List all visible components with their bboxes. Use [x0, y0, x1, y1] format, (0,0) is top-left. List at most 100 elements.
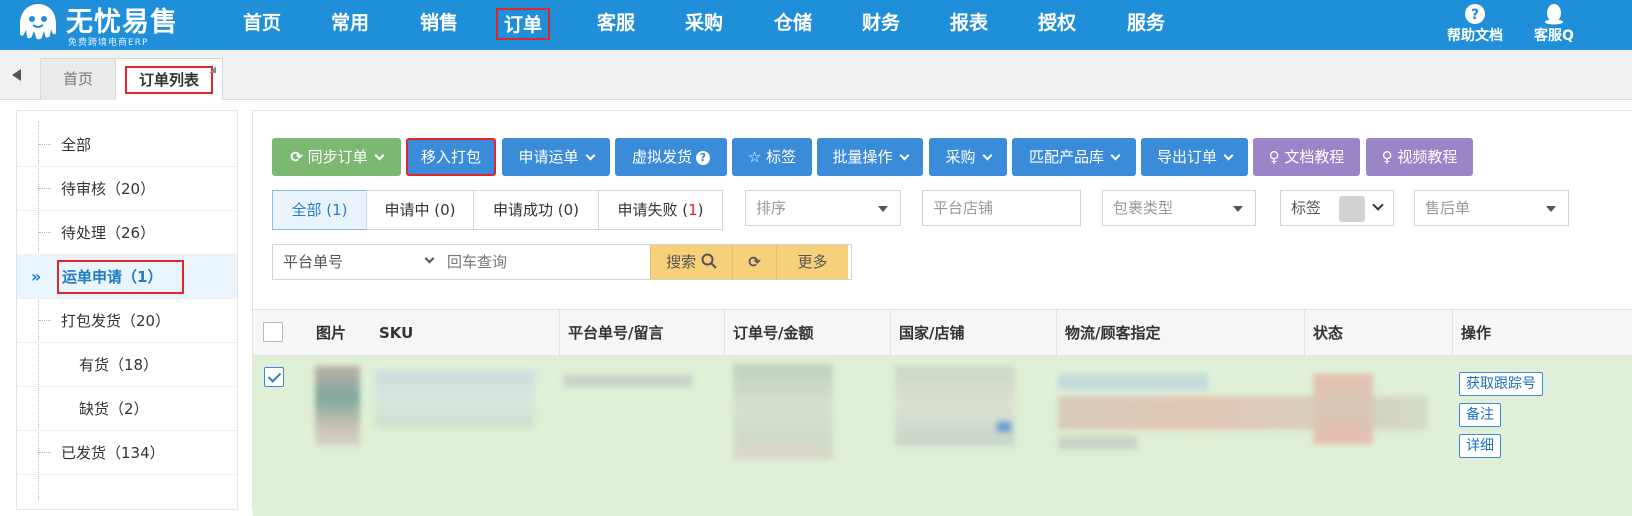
- match-product-library-button[interactable]: 匹配产品库: [1012, 138, 1136, 176]
- sidebar-item-shipped[interactable]: 已发货（134）: [17, 431, 237, 475]
- export-orders-label: 导出订单: [1156, 148, 1217, 166]
- svg-text:?: ?: [1471, 7, 1479, 23]
- nav-item-reports[interactable]: 报表: [950, 8, 988, 40]
- customer-service-label: 客服Q: [1534, 28, 1574, 44]
- brand-subtitle: 免费跨境电商ERP: [68, 38, 149, 48]
- tag-button[interactable]: ☆ 标签: [732, 138, 812, 176]
- nav-item-warehouse[interactable]: 仓储: [774, 8, 812, 40]
- after-sales-placeholder: 售后单: [1425, 199, 1471, 217]
- search-type-select[interactable]: 平台单号: [273, 245, 445, 279]
- virtual-ship-label: 虚拟发货: [631, 148, 692, 166]
- details-button[interactable]: 详细: [1459, 434, 1501, 458]
- top-navigation-bar: 无忧易售 免费跨境电商ERP 首页 常用 销售 订单 客服 采购 仓储 财务 报…: [0, 0, 1632, 50]
- status-tab-all-label: 全部: [291, 201, 327, 219]
- sidebar-item-label: 缺货（2）: [79, 400, 149, 418]
- platform-shop-placeholder: 平台店铺: [933, 199, 994, 217]
- chevron-down-icon: [899, 150, 909, 161]
- star-outline-icon: ☆: [747, 148, 762, 166]
- tag-color-select[interactable]: 标签: [1280, 190, 1394, 226]
- export-orders-button[interactable]: 导出订单: [1141, 138, 1248, 176]
- nav-item-common[interactable]: 常用: [331, 8, 369, 40]
- doc-tutorial-button[interactable]: ♀ 文档教程: [1253, 138, 1360, 176]
- sidebar-item-all[interactable]: 全部: [17, 123, 237, 167]
- double-chevron-right-icon: »: [31, 267, 42, 286]
- status-tab-all[interactable]: 全部 (1): [272, 190, 367, 230]
- search-bar: 平台单号 搜索 ⟳ 更多: [272, 244, 852, 280]
- logistics-line-obscured: [1058, 374, 1208, 390]
- tab-close-corner-icon[interactable]: ◢: [209, 65, 216, 75]
- col-header-country-shop: 国家/店铺: [890, 310, 1056, 356]
- nav-item-sales[interactable]: 销售: [420, 8, 458, 40]
- lightbulb-icon: ♀: [1381, 148, 1393, 166]
- product-image[interactable]: [315, 366, 360, 446]
- video-tutorial-button[interactable]: ♀ 视频教程: [1366, 138, 1473, 176]
- sort-select-placeholder: 排序: [756, 199, 787, 217]
- shop-flag-obscured: [997, 422, 1011, 432]
- move-to-pack-button[interactable]: 移入打包: [406, 138, 496, 176]
- status-tab-failed-label: 申请失败 (: [617, 201, 689, 219]
- sidebar-item-label: 待审核（20）: [61, 180, 156, 198]
- nav-item-customer-service[interactable]: 客服: [597, 8, 635, 40]
- chevron-down-icon: [374, 150, 385, 161]
- brand-title: 无忧易售: [66, 7, 178, 38]
- caret-down-icon: [878, 206, 888, 212]
- sidebar-item-pack-ship[interactable]: 打包发货（20）: [17, 299, 237, 343]
- apply-waybill-label: 申请运单: [518, 148, 579, 166]
- caret-down-icon: [1546, 206, 1556, 212]
- nav-item-services[interactable]: 服务: [1127, 8, 1165, 40]
- doc-tutorial-label: 文档教程: [1284, 148, 1345, 166]
- nav-item-finance[interactable]: 财务: [862, 8, 900, 40]
- purchase-button[interactable]: 采购: [929, 138, 1007, 176]
- tab-home-label: 首页: [62, 70, 93, 88]
- sidebar-item-waybill-apply[interactable]: » 运单申请（1）: [17, 255, 237, 299]
- virtual-ship-button[interactable]: 虚拟发货?: [615, 138, 727, 176]
- order-table-header: 图片 SKU 平台单号/留言 订单号/金额 国家/店铺 物流/顾客指定 状态 操…: [253, 309, 1632, 356]
- search-type-label: 平台单号: [283, 253, 344, 271]
- sidebar-item-out-of-stock[interactable]: 缺货（2）: [17, 387, 237, 431]
- nav-item-purchase[interactable]: 采购: [685, 8, 723, 40]
- status-tab-applying[interactable]: 申请中 (0): [366, 190, 474, 230]
- tab-order-list-label: 订单列表: [124, 66, 213, 94]
- status-tab-failed[interactable]: 申请失败 (1): [598, 190, 723, 230]
- chevron-down-icon: [1372, 199, 1384, 211]
- get-tracking-number-button[interactable]: 获取跟踪号: [1459, 372, 1543, 396]
- select-all-checkbox[interactable]: [263, 322, 283, 342]
- search-button[interactable]: 搜索: [650, 245, 732, 279]
- order-amount-obscured: [733, 364, 833, 460]
- brand-logo[interactable]: 无忧易售 免费跨境电商ERP: [10, 0, 210, 50]
- reset-search-button[interactable]: ⟳: [732, 245, 776, 279]
- sidebar-item-pending-process[interactable]: 待处理（26）: [17, 211, 237, 255]
- search-input[interactable]: [445, 245, 650, 279]
- apply-waybill-button[interactable]: 申请运单: [502, 138, 610, 176]
- sidebar-item-in-stock[interactable]: 有货（18）: [17, 343, 237, 387]
- tab-scroll-left-button[interactable]: [0, 50, 32, 100]
- status-tab-success[interactable]: 申请成功 (0): [473, 190, 599, 230]
- sidebar-item-pending-review[interactable]: 待审核（20）: [17, 167, 237, 211]
- remark-button[interactable]: 备注: [1459, 403, 1501, 427]
- sync-orders-button[interactable]: ⟳ 同步订单: [272, 138, 401, 176]
- platform-shop-input[interactable]: 平台店铺: [922, 190, 1081, 226]
- video-tutorial-label: 视频教程: [1397, 148, 1458, 166]
- tab-order-list[interactable]: 订单列表 ◢: [115, 58, 223, 100]
- sku-text-obscured: [375, 370, 535, 428]
- row-checkbox[interactable]: [264, 367, 284, 387]
- batch-operation-button[interactable]: 批量操作: [817, 138, 923, 176]
- after-sales-select[interactable]: 售后单: [1414, 190, 1569, 226]
- question-circle-icon: ?: [696, 151, 710, 165]
- match-product-library-label: 匹配产品库: [1028, 148, 1104, 166]
- order-status-sidebar: 全部 待审核（20） 待处理（26） » 运单申请（1） 打包发货（20） 有货…: [16, 110, 238, 510]
- search-button-label: 搜索: [666, 253, 697, 271]
- refresh-icon: ⟳: [290, 148, 303, 166]
- customer-service-link[interactable]: 客服Q: [1524, 0, 1584, 50]
- nav-item-authorization[interactable]: 授权: [1038, 8, 1076, 40]
- package-type-select[interactable]: 包裹类型: [1102, 190, 1256, 226]
- table-row[interactable]: 获取跟踪号 备注 详细: [253, 356, 1632, 516]
- tab-home[interactable]: 首页: [40, 58, 116, 100]
- more-filters-button[interactable]: 更多: [776, 245, 848, 279]
- col-header-sku: SKU: [379, 324, 414, 342]
- chevron-down-icon: [1110, 150, 1121, 161]
- help-docs-link[interactable]: ? 帮助文档: [1442, 0, 1508, 50]
- sort-select[interactable]: 排序: [745, 190, 901, 226]
- nav-item-orders[interactable]: 订单: [496, 8, 551, 40]
- nav-item-home[interactable]: 首页: [243, 8, 281, 40]
